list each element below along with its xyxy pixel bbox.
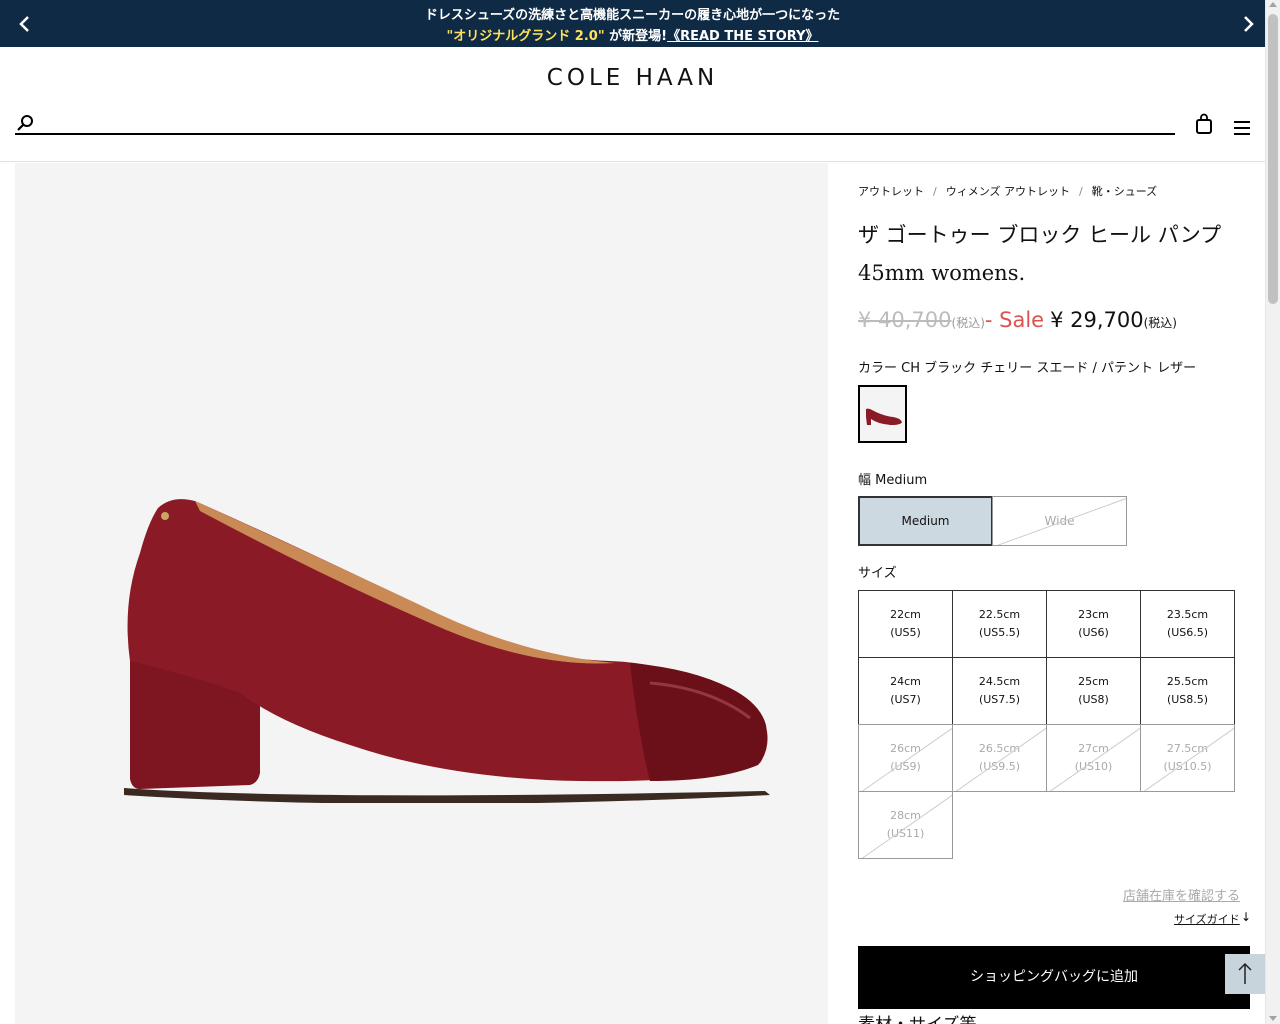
size-cm: 27cm [1078,742,1109,755]
breadcrumb-item-shoes[interactable]: 靴・シューズ [1092,185,1157,198]
size-cm: 22cm [890,608,921,621]
size-us: (US5.5) [978,626,1021,639]
size-option[interactable]: 22cm (US5) [858,590,953,658]
breadcrumb: アウトレット / ウィメンズ アウトレット / 靴・シューズ [858,183,1157,199]
size-cm: 23cm [1078,608,1109,621]
swatch-shoe-icon [866,408,902,425]
size-cm: 25.5cm [1166,675,1209,688]
size-option[interactable]: 22.5cm (US5.5) [952,590,1047,658]
tax-note: (税込) [1143,316,1177,330]
width-option-wide-label: Wide [1044,514,1075,528]
size-option[interactable]: 24.5cm (US7.5) [952,657,1047,725]
size-guide-link[interactable]: サイズガイド [1174,911,1240,927]
size-cm: 28cm [890,809,921,822]
size-us: (US5) [890,626,921,639]
price-row: ¥ 40,700(税込)- Sale ¥ 29,700(税込) [858,308,1177,332]
size-option[interactable]: 23.5cm (US6.5) [1140,590,1235,658]
size-option[interactable]: 25.5cm (US8.5) [1140,657,1235,725]
add-to-bag-button[interactable]: ショッピングバッグに追加 [858,946,1250,1009]
size-us: (US7.5) [978,693,1021,706]
promo-text-line1: ドレスシューズの洗練さと高機能スニーカーの履き心地が一つになった [424,8,841,23]
product-title-line2: 45mm womens. [858,261,1026,285]
size-option-unavailable[interactable]: 26cm (US9) [858,724,953,792]
width-option-wide[interactable]: Wide [992,496,1127,546]
size-us: (US7) [890,693,921,706]
sale-price: ¥ 29,700 [1050,308,1144,332]
color-label: カラー CH ブラック チェリー スエード / パテント レザー [858,361,1197,376]
size-label: サイズ [858,566,897,581]
size-us: (US10.5) [1163,760,1212,773]
size-us: (US8) [1078,693,1109,706]
menu-icon[interactable] [1232,119,1252,137]
promo-next-button[interactable] [1237,10,1261,38]
breadcrumb-separator: / [933,185,937,198]
scrollbar-thumb[interactable] [1268,14,1278,304]
search-bar [15,111,1175,135]
product-title-line1: ザ ゴートゥー ブロック ヒール パンプ [858,223,1222,247]
sale-label: - Sale [984,308,1045,332]
breadcrumb-item-outlet[interactable]: アウトレット [858,185,924,198]
size-cm: 26cm [890,742,921,755]
search-icon[interactable] [15,113,35,133]
size-option[interactable]: 24cm (US7) [858,657,953,725]
size-us: (US11) [886,827,925,840]
product-title: ザ ゴートゥー ブロック ヒール パンプ 45mm womens. [858,216,1253,292]
breadcrumb-separator: / [1079,185,1083,198]
size-us: (US9) [890,760,921,773]
shopping-bag-icon[interactable] [1194,113,1214,135]
size-option-unavailable[interactable]: 27.5cm (US10.5) [1140,724,1235,792]
size-cm: 26.5cm [978,742,1021,755]
size-cm: 25cm [1078,675,1109,688]
arrow-up-icon [1238,962,1252,984]
scroll-up-arrow-icon[interactable] [1269,2,1277,7]
promo-text-line2: "オリジナルグランド 2.0" が新登場!《READ THE STORY》 [0,25,1265,44]
page-scrollbar[interactable] [1265,0,1280,1024]
breadcrumb-item-womens-outlet[interactable]: ウィメンズ アウトレット [946,185,1070,198]
promo-banner: ドレスシューズの洗練さと高機能スニーカーの履き心地が一つになった "オリジナルグ… [0,0,1265,47]
back-to-top-button[interactable] [1225,954,1265,994]
shoe-image [124,499,770,803]
width-label: 幅 Medium [858,473,928,488]
details-heading[interactable]: 素材・サイズ等 [858,1010,977,1024]
site-logo[interactable]: COLE HAAN [0,65,1265,91]
size-option-unavailable[interactable]: 27cm (US10) [1046,724,1141,792]
arrow-down-icon: ↓ [1241,910,1252,924]
size-us: (US6) [1078,626,1109,639]
size-us: (US10) [1074,760,1113,773]
original-price: ¥ 40,700 [858,308,952,332]
tax-note: (税込) [951,316,985,330]
size-option-unavailable[interactable]: 26.5cm (US9.5) [952,724,1047,792]
scroll-down-arrow-icon[interactable] [1269,1016,1277,1021]
promo-highlight: "オリジナルグランド 2.0" [446,29,605,44]
size-option[interactable]: 25cm (US8) [1046,657,1141,725]
site-header: COLE HAAN [0,47,1265,162]
size-cm: 27.5cm [1166,742,1209,755]
read-story-link[interactable]: 《READ THE STORY》 [667,29,818,44]
search-input[interactable] [41,111,1161,133]
color-swatch[interactable] [858,385,907,443]
size-option-unavailable[interactable]: 28cm (US11) [858,791,953,859]
size-cm: 24.5cm [978,675,1021,688]
promo-announce: が新登場! [604,29,668,44]
size-cm: 23.5cm [1166,608,1209,621]
size-cm: 22.5cm [978,608,1021,621]
size-us: (US6.5) [1166,626,1209,639]
size-us: (US9.5) [978,760,1021,773]
product-image [15,163,828,1024]
size-cm: 24cm [890,675,921,688]
size-option[interactable]: 23cm (US6) [1046,590,1141,658]
size-us: (US8.5) [1166,693,1209,706]
chevron-right-icon [1244,16,1254,32]
check-store-stock-link[interactable]: 店舗在庫を確認する [1123,885,1240,904]
width-option-medium[interactable]: Medium [858,496,993,546]
